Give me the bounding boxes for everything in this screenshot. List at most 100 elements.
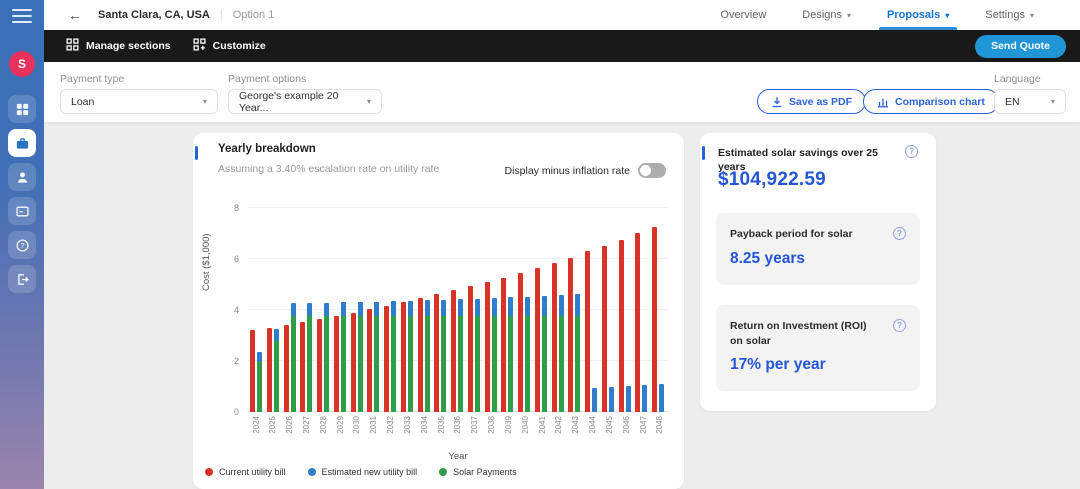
projects-briefcase-icon[interactable] xyxy=(8,129,36,157)
with-solar-stacked-bar xyxy=(525,297,530,412)
avatar[interactable]: S xyxy=(9,51,35,77)
nav-tab-designs[interactable]: Designs▾ xyxy=(784,0,869,30)
new-utility-segment xyxy=(508,297,513,316)
contacts-person-icon[interactable] xyxy=(8,163,36,191)
payment-type-select[interactable]: Loan ▾ xyxy=(60,89,218,114)
hamburger-menu-icon[interactable] xyxy=(12,9,32,23)
x-tick-label: 2024 xyxy=(250,416,262,434)
solar-payment-segment xyxy=(408,316,413,412)
payback-label: Payback period for solar xyxy=(730,227,853,242)
back-arrow-icon[interactable]: ← xyxy=(68,8,82,22)
roi-value: 17% per year xyxy=(730,356,906,374)
x-tick-label: 2030 xyxy=(351,416,363,434)
inflation-toggle[interactable] xyxy=(638,163,666,178)
send-quote-button[interactable]: Send Quote xyxy=(975,35,1066,58)
new-utility-segment xyxy=(592,388,597,412)
solar-payment-segment xyxy=(542,316,547,412)
with-solar-stacked-bar xyxy=(642,385,647,412)
payment-type-value: Loan xyxy=(71,96,94,108)
nav-tab-overview[interactable]: Overview xyxy=(702,0,784,30)
bar-group-2039 xyxy=(501,278,513,412)
solar-payment-segment xyxy=(575,316,580,412)
x-tick-label: 2048 xyxy=(654,416,666,434)
chart-subtitle: Assuming a 3.40% escalation rate on util… xyxy=(218,163,439,175)
solar-payment-segment xyxy=(291,316,296,412)
y-axis-ticks: 02468 xyxy=(221,208,243,412)
new-utility-segment xyxy=(324,303,329,316)
save-as-pdf-button[interactable]: Save as PDF xyxy=(757,89,866,114)
x-axis-tick-labels: 2024202520262027202820292030203120322033… xyxy=(250,416,666,434)
current-utility-bar xyxy=(334,316,339,412)
chevron-down-icon: ▾ xyxy=(1051,97,1055,106)
customize-button[interactable]: Customize xyxy=(193,38,266,54)
new-utility-segment xyxy=(307,303,312,316)
with-solar-stacked-bar xyxy=(659,384,664,412)
chart-legend: Current utility billEstimated new utilit… xyxy=(205,467,517,477)
manage-sections-button[interactable]: Manage sections xyxy=(66,38,171,54)
current-utility-bar xyxy=(535,268,540,412)
bar-group-2036 xyxy=(451,290,463,412)
current-utility-bar xyxy=(351,313,356,412)
help-circle-icon[interactable]: ? xyxy=(8,231,36,259)
comparison-chart-button[interactable]: Comparison chart xyxy=(863,89,999,114)
customize-label: Customize xyxy=(213,40,266,52)
with-solar-stacked-bar xyxy=(324,303,329,412)
bar-chart-plot xyxy=(248,208,668,412)
sign-out-icon[interactable] xyxy=(8,265,36,293)
help-icon[interactable]: ? xyxy=(893,227,906,240)
solar-payment-segment xyxy=(475,316,480,412)
accent-bar xyxy=(702,146,705,160)
payment-options-select[interactable]: George's example 20 Year... ▾ xyxy=(228,89,382,114)
help-icon[interactable]: ? xyxy=(905,145,918,158)
x-tick-label: 2036 xyxy=(452,416,464,434)
bar-group-2030 xyxy=(351,302,363,412)
with-solar-stacked-bar xyxy=(559,295,564,412)
bar-group-2048 xyxy=(652,227,664,412)
with-solar-stacked-bar xyxy=(425,300,430,412)
nav-tab-settings[interactable]: Settings▾ xyxy=(967,0,1052,30)
current-utility-bar xyxy=(401,302,406,412)
language-select[interactable]: EN ▾ xyxy=(994,89,1066,114)
x-tick-label: 2044 xyxy=(587,416,599,434)
chevron-down-icon: ▾ xyxy=(203,97,207,106)
sidebar: S ? xyxy=(0,0,44,489)
x-tick-label: 2026 xyxy=(284,416,296,434)
proposal-toolbar: Manage sections Customize Send Quote xyxy=(44,30,1080,62)
solar-payment-segment xyxy=(525,316,530,412)
current-utility-bar xyxy=(451,290,456,412)
with-solar-stacked-bar xyxy=(391,301,396,412)
language-value: EN xyxy=(1005,96,1020,108)
current-utility-bar xyxy=(501,278,506,412)
bar-group-2037 xyxy=(468,286,480,412)
bar-group-2031 xyxy=(367,302,379,412)
yearly-breakdown-card: Yearly breakdown Assuming a 3.40% escala… xyxy=(193,133,684,489)
chevron-down-icon: ▾ xyxy=(945,11,949,20)
billing-card-icon[interactable] xyxy=(8,197,36,225)
with-solar-stacked-bar xyxy=(626,386,631,412)
x-tick-label: 2031 xyxy=(368,416,380,434)
x-tick-label: 2039 xyxy=(502,416,514,434)
new-utility-segment xyxy=(642,385,647,412)
current-utility-bar xyxy=(367,309,372,412)
payment-options-label: Payment options xyxy=(228,73,306,85)
with-solar-stacked-bar xyxy=(542,296,547,412)
dashboard-grid-icon[interactable] xyxy=(8,95,36,123)
solar-savings-card: Estimated solar savings over 25 years ? … xyxy=(700,133,936,411)
svg-text:?: ? xyxy=(20,241,24,250)
current-utility-bar xyxy=(619,240,624,412)
help-icon[interactable]: ? xyxy=(893,319,906,332)
current-utility-bar xyxy=(418,298,423,412)
manage-sections-grid-icon xyxy=(66,38,79,54)
inflation-toggle-label: Display minus inflation rate xyxy=(505,165,630,177)
bar-groups xyxy=(250,208,664,412)
x-tick-label: 2032 xyxy=(385,416,397,434)
nav-tab-proposals[interactable]: Proposals▾ xyxy=(869,0,967,30)
y-tick-label: 6 xyxy=(234,254,239,264)
bar-group-2047 xyxy=(635,233,647,412)
current-utility-bar xyxy=(250,330,255,412)
legend-item: Current utility bill xyxy=(205,467,286,477)
solar-payment-segment xyxy=(324,316,329,412)
with-solar-stacked-bar xyxy=(257,352,262,412)
x-tick-label: 2046 xyxy=(620,416,632,434)
new-utility-segment xyxy=(391,301,396,316)
